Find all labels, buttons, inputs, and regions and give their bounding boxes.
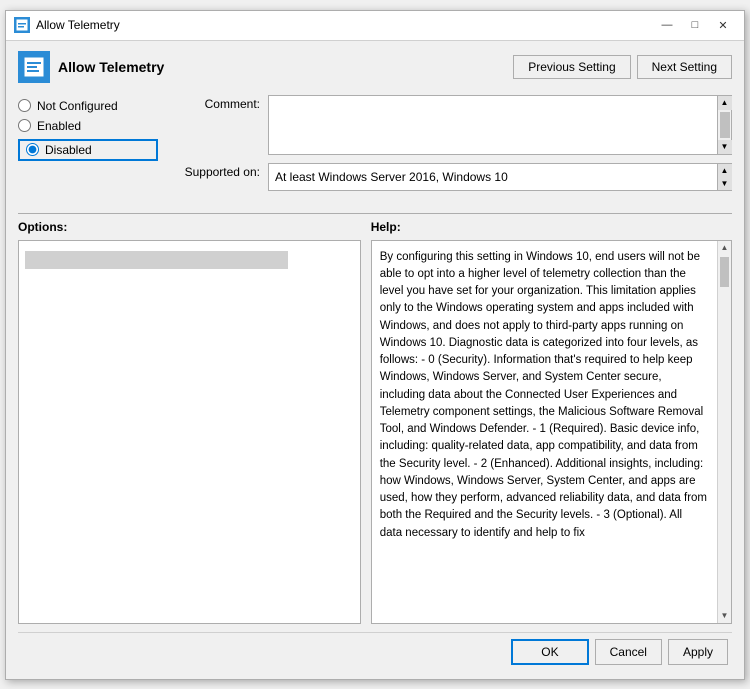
- options-gray-bar: [25, 251, 288, 269]
- policy-title: Allow Telemetry: [58, 59, 513, 75]
- supported-row: Supported on: At least Windows Server 20…: [170, 163, 732, 191]
- top-section: Not Configured Enabled Disabled: [18, 95, 732, 199]
- radio-label-enabled: Enabled: [37, 119, 81, 133]
- main-window: Allow Telemetry — □ ✕ Allow Telemetry Pr…: [5, 10, 745, 680]
- maximize-button[interactable]: □: [682, 15, 708, 35]
- section-divider: [18, 213, 732, 214]
- comment-label: Comment:: [170, 95, 260, 111]
- right-config-panel: Comment: ▲ ▼ Supported on: At least Wind…: [170, 95, 732, 199]
- supported-scroll-up[interactable]: ▲: [718, 164, 732, 177]
- help-scroll-thumb: [720, 257, 729, 287]
- ok-button[interactable]: OK: [511, 639, 588, 665]
- radio-enabled[interactable]: Enabled: [18, 119, 158, 133]
- radio-label-not-configured: Not Configured: [37, 99, 118, 113]
- header-icon: [18, 51, 50, 83]
- minimize-button[interactable]: —: [654, 15, 680, 35]
- comment-row: Comment: ▲ ▼: [170, 95, 732, 155]
- radio-input-not-configured[interactable]: [18, 99, 31, 112]
- header-row: Allow Telemetry Previous Setting Next Se…: [18, 51, 732, 83]
- radio-disabled[interactable]: Disabled: [26, 143, 92, 157]
- title-bar: Allow Telemetry — □ ✕: [6, 11, 744, 41]
- cancel-button[interactable]: Cancel: [595, 639, 662, 665]
- radio-input-enabled[interactable]: [18, 119, 31, 132]
- supported-scroll-down[interactable]: ▼: [718, 177, 732, 190]
- supported-value: At least Windows Server 2016, Windows 10…: [268, 163, 732, 191]
- disabled-selected-box: Disabled: [18, 139, 158, 161]
- supported-text: At least Windows Server 2016, Windows 10: [275, 170, 508, 184]
- header-buttons: Previous Setting Next Setting: [513, 55, 732, 79]
- help-scroll-track: [718, 255, 731, 609]
- previous-setting-button[interactable]: Previous Setting: [513, 55, 630, 79]
- footer-row: OK Cancel Apply: [18, 632, 732, 669]
- radio-group: Not Configured Enabled Disabled: [18, 99, 158, 161]
- radio-panel: Not Configured Enabled Disabled: [18, 95, 158, 199]
- scroll-arrow-down[interactable]: ▼: [718, 140, 732, 154]
- help-title: Help:: [371, 220, 732, 234]
- radio-label-disabled: Disabled: [45, 143, 92, 157]
- supported-label: Supported on:: [170, 163, 260, 179]
- scroll-thumb: [720, 112, 730, 138]
- options-panel: Options:: [18, 220, 361, 624]
- window-controls: — □ ✕: [654, 15, 736, 35]
- comment-scrollbar[interactable]: ▲ ▼: [717, 96, 731, 154]
- comment-field[interactable]: ▲ ▼: [268, 95, 732, 155]
- radio-input-disabled[interactable]: [26, 143, 39, 156]
- scroll-arrow-up[interactable]: ▲: [718, 96, 732, 110]
- help-scrollbar[interactable]: ▲ ▼: [717, 241, 731, 623]
- content-area: Allow Telemetry Previous Setting Next Se…: [6, 41, 744, 679]
- supported-scrollbar[interactable]: ▲ ▼: [717, 164, 731, 190]
- help-panel: Help: By configuring this setting in Win…: [371, 220, 732, 624]
- options-box: [18, 240, 361, 624]
- window-icon: [14, 17, 30, 33]
- help-text: By configuring this setting in Windows 1…: [380, 249, 723, 542]
- help-box: By configuring this setting in Windows 1…: [371, 240, 732, 624]
- help-scroll-up[interactable]: ▲: [718, 241, 732, 255]
- panels-row: Options: Help: By configuring this setti…: [18, 220, 732, 624]
- window-title: Allow Telemetry: [36, 18, 654, 32]
- radio-not-configured[interactable]: Not Configured: [18, 99, 158, 113]
- options-title: Options:: [18, 220, 361, 234]
- next-setting-button[interactable]: Next Setting: [637, 55, 732, 79]
- close-button[interactable]: ✕: [710, 15, 736, 35]
- apply-button[interactable]: Apply: [668, 639, 728, 665]
- help-scroll-down[interactable]: ▼: [718, 609, 732, 623]
